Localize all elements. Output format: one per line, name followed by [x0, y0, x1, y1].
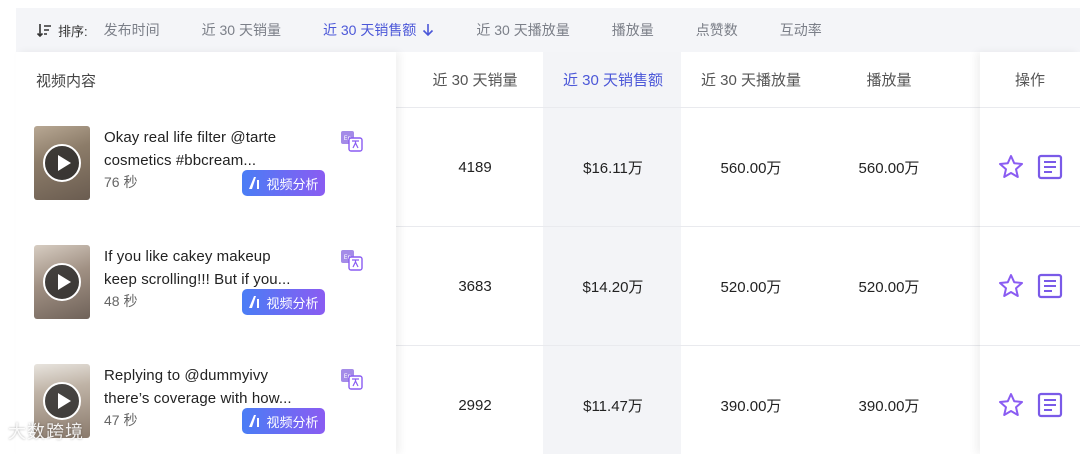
cell-plays: 520.00万: [858, 278, 920, 296]
cell-30d-sales: 2992: [458, 396, 492, 414]
table-row: 4189 $16.11万 560.00万 560.00万: [396, 108, 980, 227]
video-analysis-button[interactable]: 视频分析: [242, 289, 325, 315]
sort-icon: [36, 24, 51, 38]
translate-icon[interactable]: En: [340, 368, 364, 390]
header-30d-sales[interactable]: 近 30 天销量: [406, 69, 544, 90]
sort-option-engagement[interactable]: 互动率: [780, 20, 822, 40]
sort-option-30d-revenue-label: 近 30 天销售额: [322, 22, 417, 38]
video-title[interactable]: Replying to @dummyivy there’s coverage w…: [104, 364, 332, 410]
product-video-table-screen: 排序: 发布时间 近 30 天销量 近 30 天销售额 近 30 天播放量 播放…: [0, 0, 1080, 454]
sort-option-plays[interactable]: 播放量: [612, 20, 654, 40]
video-analysis-button[interactable]: 视频分析: [242, 408, 325, 434]
star-icon[interactable]: [997, 391, 1025, 419]
star-icon[interactable]: [997, 153, 1025, 181]
sort-bar: 排序: 发布时间 近 30 天销量 近 30 天销售额 近 30 天播放量 播放…: [16, 8, 1080, 52]
header-30d-revenue[interactable]: 近 30 天销售额: [544, 69, 682, 90]
cell-30d-sales: 4189: [458, 158, 492, 176]
video-duration: 76 秒: [104, 174, 138, 190]
video-title-line1: Okay real life filter @tarte: [104, 129, 277, 146]
actions-header: 操作: [980, 52, 1080, 108]
ai-icon: [249, 177, 260, 189]
video-thumbnail[interactable]: [34, 126, 90, 200]
metrics-columns: 近 30 天销量 近 30 天销售额 近 30 天播放量 播放量 4189 $1…: [396, 52, 980, 454]
table-row: 2992 $11.47万 390.00万 390.00万: [396, 346, 980, 454]
translate-icon[interactable]: En: [340, 249, 364, 271]
video-duration: 48 秒: [104, 293, 138, 309]
cell-plays: 560.00万: [858, 159, 920, 177]
header-30d-plays[interactable]: 近 30 天播放量: [682, 69, 820, 90]
action-row: [980, 227, 1080, 346]
video-title-line1: If you like cakey makeup: [104, 248, 271, 265]
video-content-header: 视频内容: [36, 72, 97, 90]
cell-30d-plays: 520.00万: [720, 278, 782, 296]
video-row: If you like cakey makeup keep scrolling!…: [16, 227, 396, 346]
video-title[interactable]: If you like cakey makeup keep scrolling!…: [104, 245, 332, 291]
document-icon[interactable]: [1037, 392, 1063, 418]
arrow-down-icon: [423, 24, 434, 37]
video-analysis-button[interactable]: 视频分析: [242, 170, 325, 196]
sort-label: 排序:: [58, 23, 88, 39]
watermark: 大数跨境: [8, 422, 84, 442]
play-icon[interactable]: [43, 144, 81, 182]
video-analysis-label: 视频分析: [266, 414, 319, 430]
ai-icon: [249, 296, 260, 308]
video-analysis-label: 视频分析: [266, 176, 319, 192]
cell-30d-revenue: $14.20万: [582, 278, 644, 296]
table-row: 3683 $14.20万 520.00万 520.00万: [396, 227, 980, 346]
metrics-header-row: 近 30 天销量 近 30 天销售额 近 30 天播放量 播放量: [396, 52, 980, 108]
header-plays[interactable]: 播放量: [820, 69, 958, 90]
sort-option-30d-revenue[interactable]: 近 30 天销售额: [323, 20, 434, 40]
sort-option-publish-time[interactable]: 发布时间: [104, 20, 160, 40]
cell-30d-sales: 3683: [458, 277, 492, 295]
video-title[interactable]: Okay real life filter @tarte cosmetics #…: [104, 126, 332, 172]
document-icon[interactable]: [1037, 273, 1063, 299]
video-thumbnail[interactable]: [34, 245, 90, 319]
cell-30d-plays: 390.00万: [720, 397, 782, 415]
video-duration: 47 秒: [104, 412, 138, 428]
cell-plays: 390.00万: [858, 397, 920, 415]
sort-option-30d-plays[interactable]: 近 30 天播放量: [476, 20, 569, 40]
video-row: Okay real life filter @tarte cosmetics #…: [16, 108, 396, 227]
video-title-line2: there’s coverage with how...: [104, 390, 292, 407]
video-title-line1: Replying to @dummyivy: [104, 367, 269, 384]
ai-icon: [249, 415, 260, 427]
video-title-line2: keep scrolling!!! But if you...: [104, 271, 291, 288]
sort-option-30d-sales[interactable]: 近 30 天销量: [202, 20, 281, 40]
actions-column: 操作: [980, 52, 1080, 454]
action-row: [980, 346, 1080, 454]
cell-30d-plays: 560.00万: [720, 159, 782, 177]
video-table: 视频内容 Okay real life filter @tarte cosmet…: [16, 52, 1080, 454]
action-row: [980, 108, 1080, 227]
cell-30d-revenue: $11.47万: [583, 397, 643, 415]
document-icon[interactable]: [1037, 154, 1063, 180]
translate-icon[interactable]: En: [340, 130, 364, 152]
sort-option-likes[interactable]: 点赞数: [696, 20, 738, 40]
video-content-column: 视频内容 Okay real life filter @tarte cosmet…: [16, 52, 396, 454]
play-icon[interactable]: [43, 263, 81, 301]
star-icon[interactable]: [997, 272, 1025, 300]
play-icon[interactable]: [43, 382, 81, 420]
video-title-line2: cosmetics #bbcream...: [104, 152, 257, 169]
video-analysis-label: 视频分析: [266, 295, 319, 311]
cell-30d-revenue: $16.11万: [583, 159, 643, 177]
